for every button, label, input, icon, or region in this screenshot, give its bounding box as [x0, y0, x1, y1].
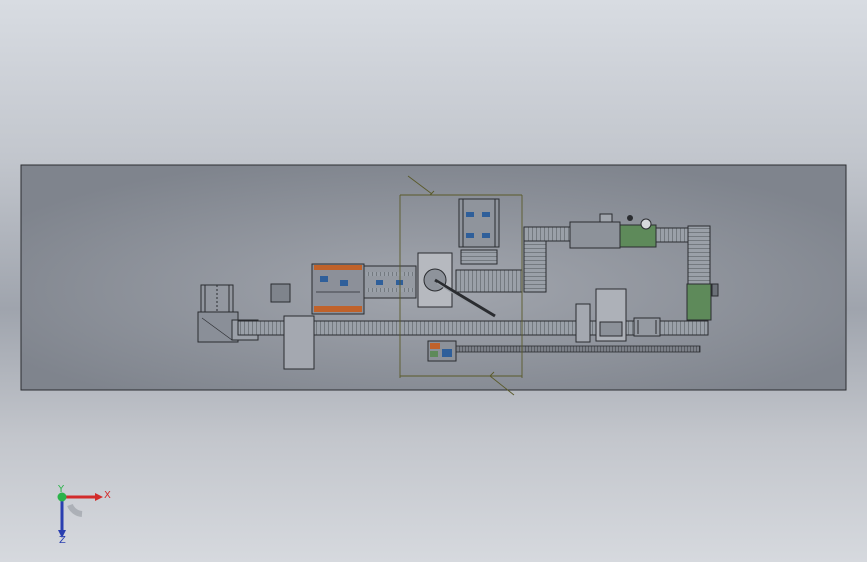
lower-chain-conveyor[interactable] — [454, 345, 701, 353]
assembly-view[interactable]: X Y Z — [0, 0, 867, 562]
upright-conveyor[interactable] — [523, 239, 547, 293]
palletizer-unit[interactable] — [311, 263, 365, 315]
z-axis-label: Z — [59, 535, 66, 546]
hydraulic-unit[interactable] — [427, 340, 457, 362]
return-conveyor[interactable] — [687, 225, 711, 287]
y-axis-label: Y — [57, 484, 65, 495]
inspection-box[interactable] — [575, 303, 591, 343]
vertical-lift-station[interactable] — [458, 198, 500, 265]
coordinate-triad — [57, 492, 103, 538]
graphics-viewport[interactable]: X Y Z — [0, 0, 867, 562]
buffer-station[interactable] — [283, 315, 315, 370]
wrapping-unit[interactable] — [686, 283, 712, 321]
x-axis-label: X — [104, 490, 111, 501]
upper-conveyor[interactable] — [523, 226, 575, 242]
control-cabinet[interactable] — [270, 283, 291, 303]
cross-conveyor[interactable] — [455, 269, 523, 293]
transfer-conveyor[interactable] — [363, 265, 417, 299]
